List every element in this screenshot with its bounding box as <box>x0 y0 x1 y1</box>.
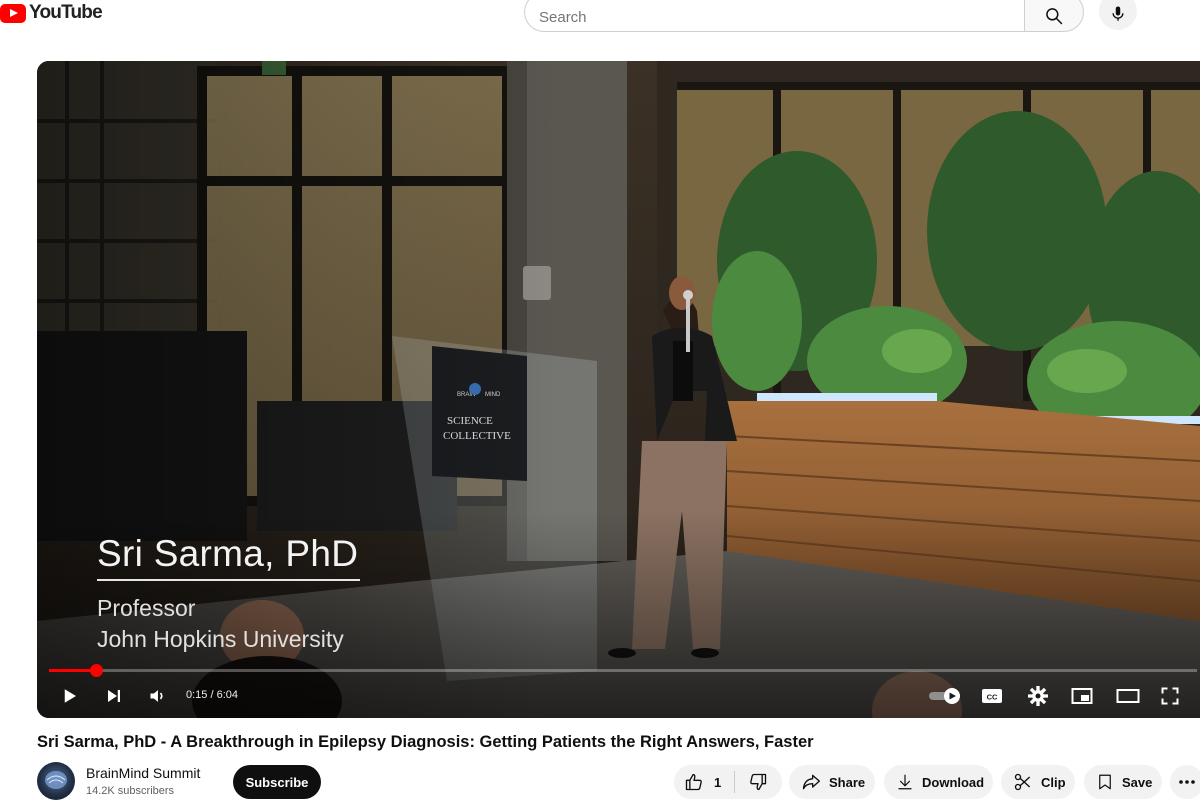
more-actions-button[interactable] <box>1170 765 1200 799</box>
dislike-icon <box>750 773 767 791</box>
subscribe-button[interactable]: Subscribe <box>233 765 321 799</box>
voice-search-button[interactable] <box>1099 0 1137 30</box>
miniplayer-button[interactable] <box>1069 681 1095 711</box>
like-dislike-group: 1 <box>674 765 782 799</box>
volume-icon <box>150 690 163 702</box>
download-label: Download <box>922 774 985 790</box>
next-icon <box>108 690 120 702</box>
clip-icon <box>1014 773 1031 791</box>
settings-button[interactable] <box>1025 681 1051 711</box>
miniplayer-icon <box>1071 688 1093 704</box>
search-input[interactable] <box>524 0 1024 32</box>
share-button[interactable]: Share <box>789 765 875 799</box>
youtube-logo-icon <box>0 3 26 23</box>
dislike-button[interactable] <box>735 765 782 799</box>
brain-logo-icon <box>45 771 67 789</box>
play-button[interactable] <box>57 681 83 711</box>
clip-label: Clip <box>1041 774 1066 790</box>
channel-avatar[interactable] <box>37 762 75 800</box>
more-icon <box>1179 780 1195 784</box>
autoplay-toggle-icon <box>929 688 960 704</box>
search-icon <box>1046 8 1063 25</box>
save-icon <box>1099 774 1111 790</box>
channel-row: BrainMind Summit 14.2K subscribers Subsc… <box>37 762 637 800</box>
captions-button[interactable]: CC <box>979 681 1005 711</box>
mic-icon <box>1112 6 1124 21</box>
save-label: Save <box>1122 774 1153 790</box>
subscriber-count: 14.2K subscribers <box>86 785 175 797</box>
time-display: 0:15 / 6:04 <box>186 689 238 701</box>
search-box <box>524 0 1084 32</box>
like-icon <box>685 773 702 791</box>
fullscreen-icon <box>1161 687 1179 705</box>
clip-button[interactable]: Clip <box>1001 765 1075 799</box>
video-title: Sri Sarma, PhD - A Breakthrough in Epile… <box>37 733 814 751</box>
save-button[interactable]: Save <box>1084 765 1162 799</box>
speaker-name: Sri Sarma, PhD <box>97 533 361 581</box>
speaker-organization: John Hopkins University <box>97 626 344 652</box>
search-button[interactable] <box>1024 0 1084 32</box>
scrubber-handle[interactable] <box>90 664 104 677</box>
masthead: YouTube <box>0 0 1200 32</box>
logo-text: YouTube <box>29 2 103 23</box>
theater-mode-button[interactable] <box>1113 681 1143 711</box>
captions-icon: CC <box>982 689 1002 703</box>
theater-icon <box>1116 689 1140 703</box>
share-label: Share <box>829 774 866 790</box>
settings-icon <box>1028 686 1048 706</box>
download-button[interactable]: Download <box>884 765 993 799</box>
player-controls: 0:15 / 6:04 CC <box>37 681 1200 711</box>
speaker-role: Professor <box>97 595 196 621</box>
like-count: 1 <box>714 774 722 790</box>
volume-button[interactable] <box>145 681 171 711</box>
progress-bar[interactable] <box>49 664 1197 677</box>
share-icon <box>802 774 820 790</box>
autoplay-toggle[interactable] <box>927 681 963 711</box>
video-player[interactable]: BRAIN MIND SCIENCE COLLECTIVE Sri Sarma,… <box>37 61 1200 718</box>
progress-fill <box>49 669 97 672</box>
lower-third-caption: Sri Sarma, PhD Professor John Hopkins Un… <box>97 533 361 653</box>
play-icon <box>64 689 76 703</box>
channel-name[interactable]: BrainMind Summit <box>86 765 200 781</box>
download-icon <box>898 774 912 790</box>
youtube-logo[interactable]: YouTube <box>0 2 103 24</box>
fullscreen-button[interactable] <box>1157 681 1183 711</box>
like-button[interactable]: 1 <box>674 765 734 799</box>
svg-text:CC: CC <box>987 693 998 702</box>
next-button[interactable] <box>101 681 127 711</box>
